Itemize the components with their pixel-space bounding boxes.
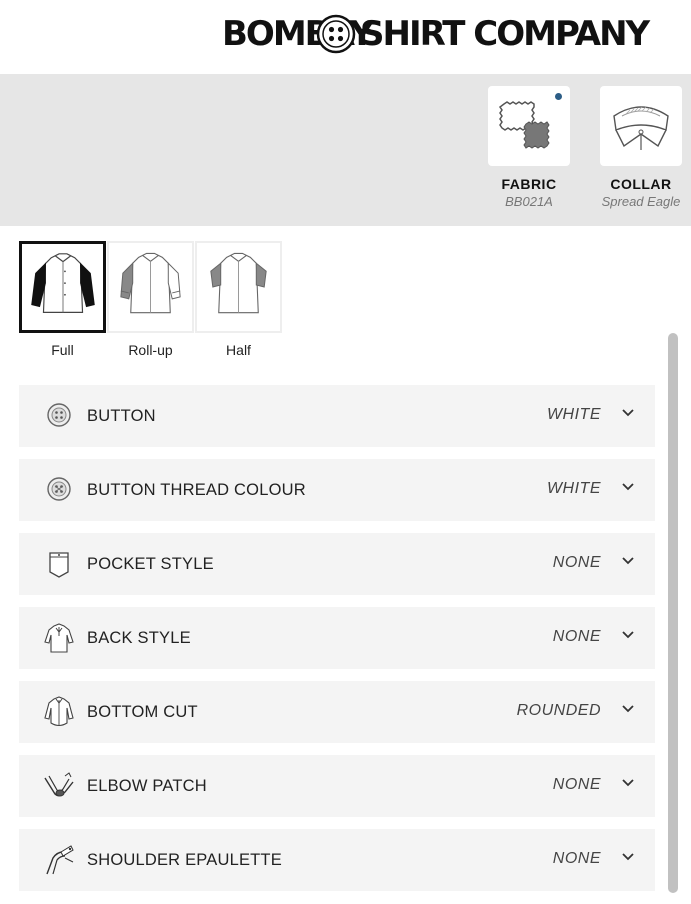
collar-value: Spread Eagle (601, 194, 681, 209)
elbow-patch-icon (44, 772, 74, 797)
sleeve-option-half[interactable] (195, 241, 282, 333)
row-value-back-style: NONE (552, 628, 601, 645)
pocket-icon (49, 552, 69, 578)
shirt-button-logo-icon (316, 14, 356, 54)
row-value-shoulder-epaulette: NONE (552, 850, 601, 867)
accordion-row-elbow-patch[interactable]: ELBOW PATCH NONE (19, 755, 655, 817)
sleeve-option-roll-up[interactable] (107, 241, 194, 333)
fabric-title: FABRIC (501, 176, 557, 192)
row-value-pocket-style: NONE (552, 554, 601, 571)
chevron-down-icon (622, 483, 634, 491)
chevron-down-icon (622, 557, 634, 565)
shirt-back-icon (44, 623, 74, 653)
row-label-button: BUTTON (87, 407, 156, 425)
row-label-button-thread-colour: BUTTON THREAD COLOUR (87, 481, 306, 499)
chevron-down-icon (622, 705, 634, 713)
collar-option-card[interactable] (600, 86, 682, 166)
fabric-option-card[interactable] (488, 86, 570, 166)
roll-up-sleeve-shirt-icon (120, 252, 181, 314)
full-sleeve-shirt-icon (31, 253, 95, 313)
sleeve-label-roll-up: Roll-up (128, 342, 173, 358)
shirt-bottom-icon (44, 696, 74, 727)
selected-indicator-dot (555, 93, 562, 100)
brand-logo[interactable]: BOMBAY SHIRT COMPANY (222, 13, 650, 55)
button-icon (47, 477, 71, 501)
chevron-down-icon (622, 631, 634, 639)
accordion-row-pocket-style[interactable]: POCKET STYLE NONE (19, 533, 655, 595)
half-sleeve-shirt-icon (210, 252, 267, 314)
collar-icon (613, 106, 669, 150)
row-label-shoulder-epaulette: SHOULDER EPAULETTE (87, 851, 282, 869)
accordion-row-button[interactable]: BUTTON WHITE (19, 385, 655, 447)
scrollbar-thumb[interactable] (668, 333, 678, 893)
row-label-elbow-patch: ELBOW PATCH (87, 777, 207, 795)
accordion-row-button-thread-colour[interactable]: BUTTON THREAD COLOUR WHITE (19, 459, 655, 521)
site-header: BOMBAY SHIRT COMPANY (0, 0, 691, 74)
row-label-back-style: BACK STYLE (87, 629, 191, 647)
chevron-down-icon (622, 853, 634, 861)
collar-title: COLLAR (610, 176, 672, 192)
accordion-row-back-style[interactable]: BACK STYLE NONE (19, 607, 655, 669)
row-label-bottom-cut: BOTTOM CUT (87, 703, 198, 721)
sleeve-label-half: Half (226, 342, 251, 358)
chevron-down-icon (622, 409, 634, 417)
sleeve-option-full[interactable] (19, 241, 106, 333)
accordion-row-bottom-cut[interactable]: BOTTOM CUT ROUNDED (19, 681, 655, 743)
row-value-button-thread-colour: WHITE (546, 480, 601, 497)
fabric-value: BB021A (505, 194, 553, 209)
brand-name-right: SHIRT COMPANY (360, 14, 650, 54)
sleeve-label-full: Full (51, 342, 74, 358)
row-label-pocket-style: POCKET STYLE (87, 555, 214, 573)
row-value-bottom-cut: ROUNDED (516, 702, 601, 719)
selection-panel: FABRIC BB021A COLLAR Spread Eagle (0, 74, 691, 226)
chevron-down-icon (622, 779, 634, 787)
row-value-elbow-patch: NONE (552, 776, 601, 793)
accordion-row-shoulder-epaulette[interactable]: SHOULDER EPAULETTE NONE (19, 829, 655, 891)
row-value-button: WHITE (546, 406, 601, 423)
button-icon (47, 403, 71, 427)
epaulette-icon (46, 845, 74, 875)
